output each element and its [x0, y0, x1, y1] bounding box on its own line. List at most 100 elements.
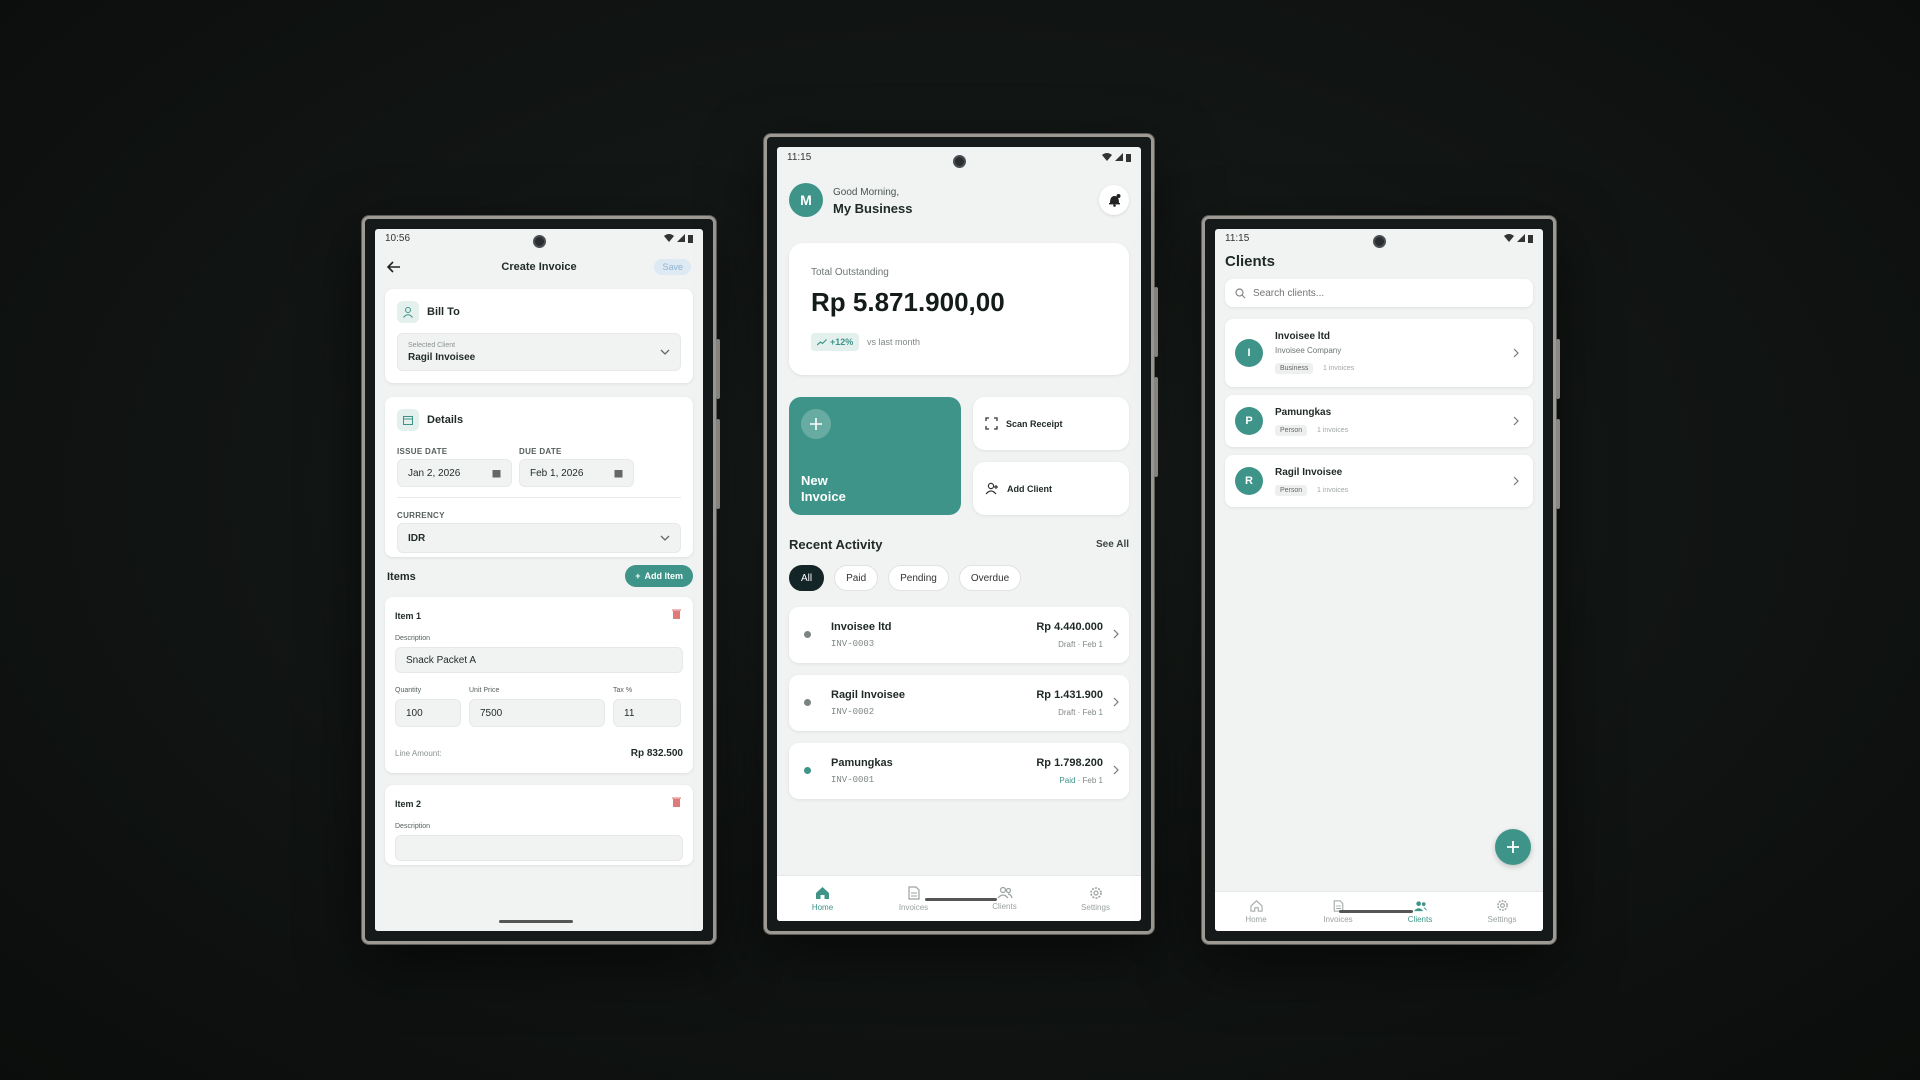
client-row[interactable]: I Invoisee ltd Invoisee Company Business…: [1225, 319, 1533, 387]
client-invoice-count: 1 invoices: [1317, 427, 1349, 434]
unit-price-input[interactable]: 7500: [469, 699, 605, 727]
filter-chip-paid[interactable]: Paid: [834, 565, 879, 591]
items-title: Items: [387, 571, 416, 583]
home-icon: [1249, 899, 1263, 912]
activity-row[interactable]: Invoisee ltd INV-0003 Rp 4.440.000 Draft…: [789, 607, 1129, 663]
activity-status: Draft: [1058, 640, 1076, 649]
signal-icon: [1115, 153, 1123, 161]
side-button: [1556, 339, 1560, 399]
page-title: Create Invoice: [501, 261, 577, 273]
calendar-icon: [397, 409, 419, 431]
nav-home[interactable]: Home: [777, 876, 868, 921]
currency-select[interactable]: IDR: [397, 523, 681, 553]
new-invoice-button[interactable]: New Invoice: [789, 397, 961, 515]
new-invoice-label: New Invoice: [801, 473, 846, 505]
back-arrow-icon[interactable]: [387, 261, 401, 273]
nav-invoices-label: Invoices: [898, 902, 929, 912]
client-row[interactable]: P Pamungkas Person 1 invoices: [1225, 395, 1533, 447]
avatar[interactable]: M: [789, 183, 823, 217]
scan-receipt-button[interactable]: Scan Receipt: [973, 397, 1129, 450]
battery-icon: [688, 234, 693, 243]
quantity-input[interactable]: 100: [395, 699, 461, 727]
issue-date-field[interactable]: Jan 2, 2026: [397, 459, 512, 487]
trash-icon[interactable]: [672, 609, 681, 619]
due-date-field[interactable]: Feb 1, 2026: [519, 459, 634, 487]
client-company: Invoisee Company: [1275, 346, 1342, 355]
bell-icon: [1108, 194, 1120, 207]
filter-chips: All Paid Pending Overdue: [789, 565, 1022, 591]
status-dot: [804, 631, 811, 638]
client-avatar: R: [1235, 467, 1263, 495]
chevron-down-icon: [660, 349, 670, 355]
user-icon: [397, 301, 419, 323]
signal-icon: [677, 234, 685, 242]
battery-icon: [1528, 234, 1533, 243]
battery-icon: [1126, 153, 1131, 162]
save-button[interactable]: Save: [654, 259, 691, 275]
plus-icon: [801, 409, 831, 439]
outstanding-label: Total Outstanding: [811, 267, 889, 278]
activity-row[interactable]: Pamungkas INV-0001 Rp 1.798.200 Paid · F…: [789, 743, 1129, 799]
calendar-icon: [492, 469, 501, 477]
client-name: Pamungkas: [1275, 407, 1332, 418]
client-row[interactable]: R Ragil Invoisee Person 1 invoices: [1225, 455, 1533, 507]
plus-icon: [1507, 841, 1519, 853]
add-item-label: Add Item: [644, 571, 683, 581]
trash-icon[interactable]: [672, 797, 681, 807]
wifi-icon: [1504, 234, 1514, 242]
activity-code: INV-0003: [831, 639, 875, 649]
client-select[interactable]: Selected Client Ragil Invoisee: [397, 333, 681, 371]
wifi-icon: [1102, 153, 1112, 161]
add-client-label: Add Client: [1007, 483, 1052, 494]
details-title: Details: [427, 414, 464, 426]
calendar-icon: [614, 469, 623, 477]
camera-punch-hole: [533, 235, 546, 248]
search-input[interactable]: [1253, 287, 1453, 299]
activity-amount: Rp 1.798.200: [1036, 757, 1103, 769]
home-indicator[interactable]: [925, 898, 997, 901]
document-icon: [907, 885, 920, 900]
status-icons: [664, 234, 693, 243]
filter-chip-overdue[interactable]: Overdue: [958, 565, 1022, 591]
activity-amount: Rp 4.440.000: [1036, 621, 1103, 633]
home-indicator[interactable]: [499, 920, 573, 923]
search-bar[interactable]: [1225, 279, 1533, 307]
add-client-button[interactable]: Add Client: [973, 462, 1129, 515]
tax-input[interactable]: 11: [613, 699, 681, 727]
activity-meta: Paid · Feb 1: [1059, 776, 1103, 785]
see-all-link[interactable]: See All: [1096, 539, 1129, 550]
activity-name: Invoisee ltd: [831, 621, 892, 633]
client-type-tag: Business: [1275, 363, 1314, 374]
description-input[interactable]: Snack Packet A: [395, 647, 683, 673]
status-dot: [804, 767, 811, 774]
camera-punch-hole: [1373, 235, 1386, 248]
activity-date: · Feb 1: [1077, 640, 1103, 649]
activity-meta: Draft · Feb 1: [1058, 708, 1103, 717]
item-title: Item 2: [395, 799, 422, 809]
add-item-button[interactable]: + Add Item: [625, 565, 693, 587]
add-client-fab[interactable]: [1495, 829, 1531, 865]
unit-price-label: Unit Price: [469, 687, 500, 694]
activity-row[interactable]: Ragil Invoisee INV-0002 Rp 1.431.900 Dra…: [789, 675, 1129, 731]
description-value: Snack Packet A: [406, 654, 477, 666]
home-screen: 11:15 M Good Morning, My Business Total …: [777, 147, 1141, 921]
nav-home[interactable]: Home: [1215, 892, 1297, 931]
description-label: Description: [395, 823, 431, 830]
activity-amount: Rp 1.431.900: [1036, 689, 1103, 701]
filter-chip-pending[interactable]: Pending: [888, 565, 949, 591]
nav-settings[interactable]: Settings: [1461, 892, 1543, 931]
filter-chip-all[interactable]: All: [789, 565, 825, 591]
gesture-area: [375, 905, 703, 931]
wifi-icon: [664, 234, 674, 242]
clients-screen: 11:15 Clients I Invoisee ltd Invoisee Co…: [1215, 229, 1543, 931]
description-input[interactable]: [395, 835, 683, 861]
client-invoice-count: 1 invoices: [1317, 487, 1349, 494]
users-icon: [997, 886, 1013, 899]
phone-create-invoice: 10:56 Create Invoice Save Bill To Select…: [362, 216, 720, 944]
nav-clients-label: Clients: [992, 902, 1017, 911]
home-indicator[interactable]: [1339, 910, 1413, 913]
notifications-button[interactable]: [1099, 185, 1129, 215]
phone-home: 11:15 M Good Morning, My Business Total …: [764, 134, 1158, 934]
nav-settings[interactable]: Settings: [1050, 876, 1141, 921]
status-time: 10:56: [385, 232, 411, 244]
